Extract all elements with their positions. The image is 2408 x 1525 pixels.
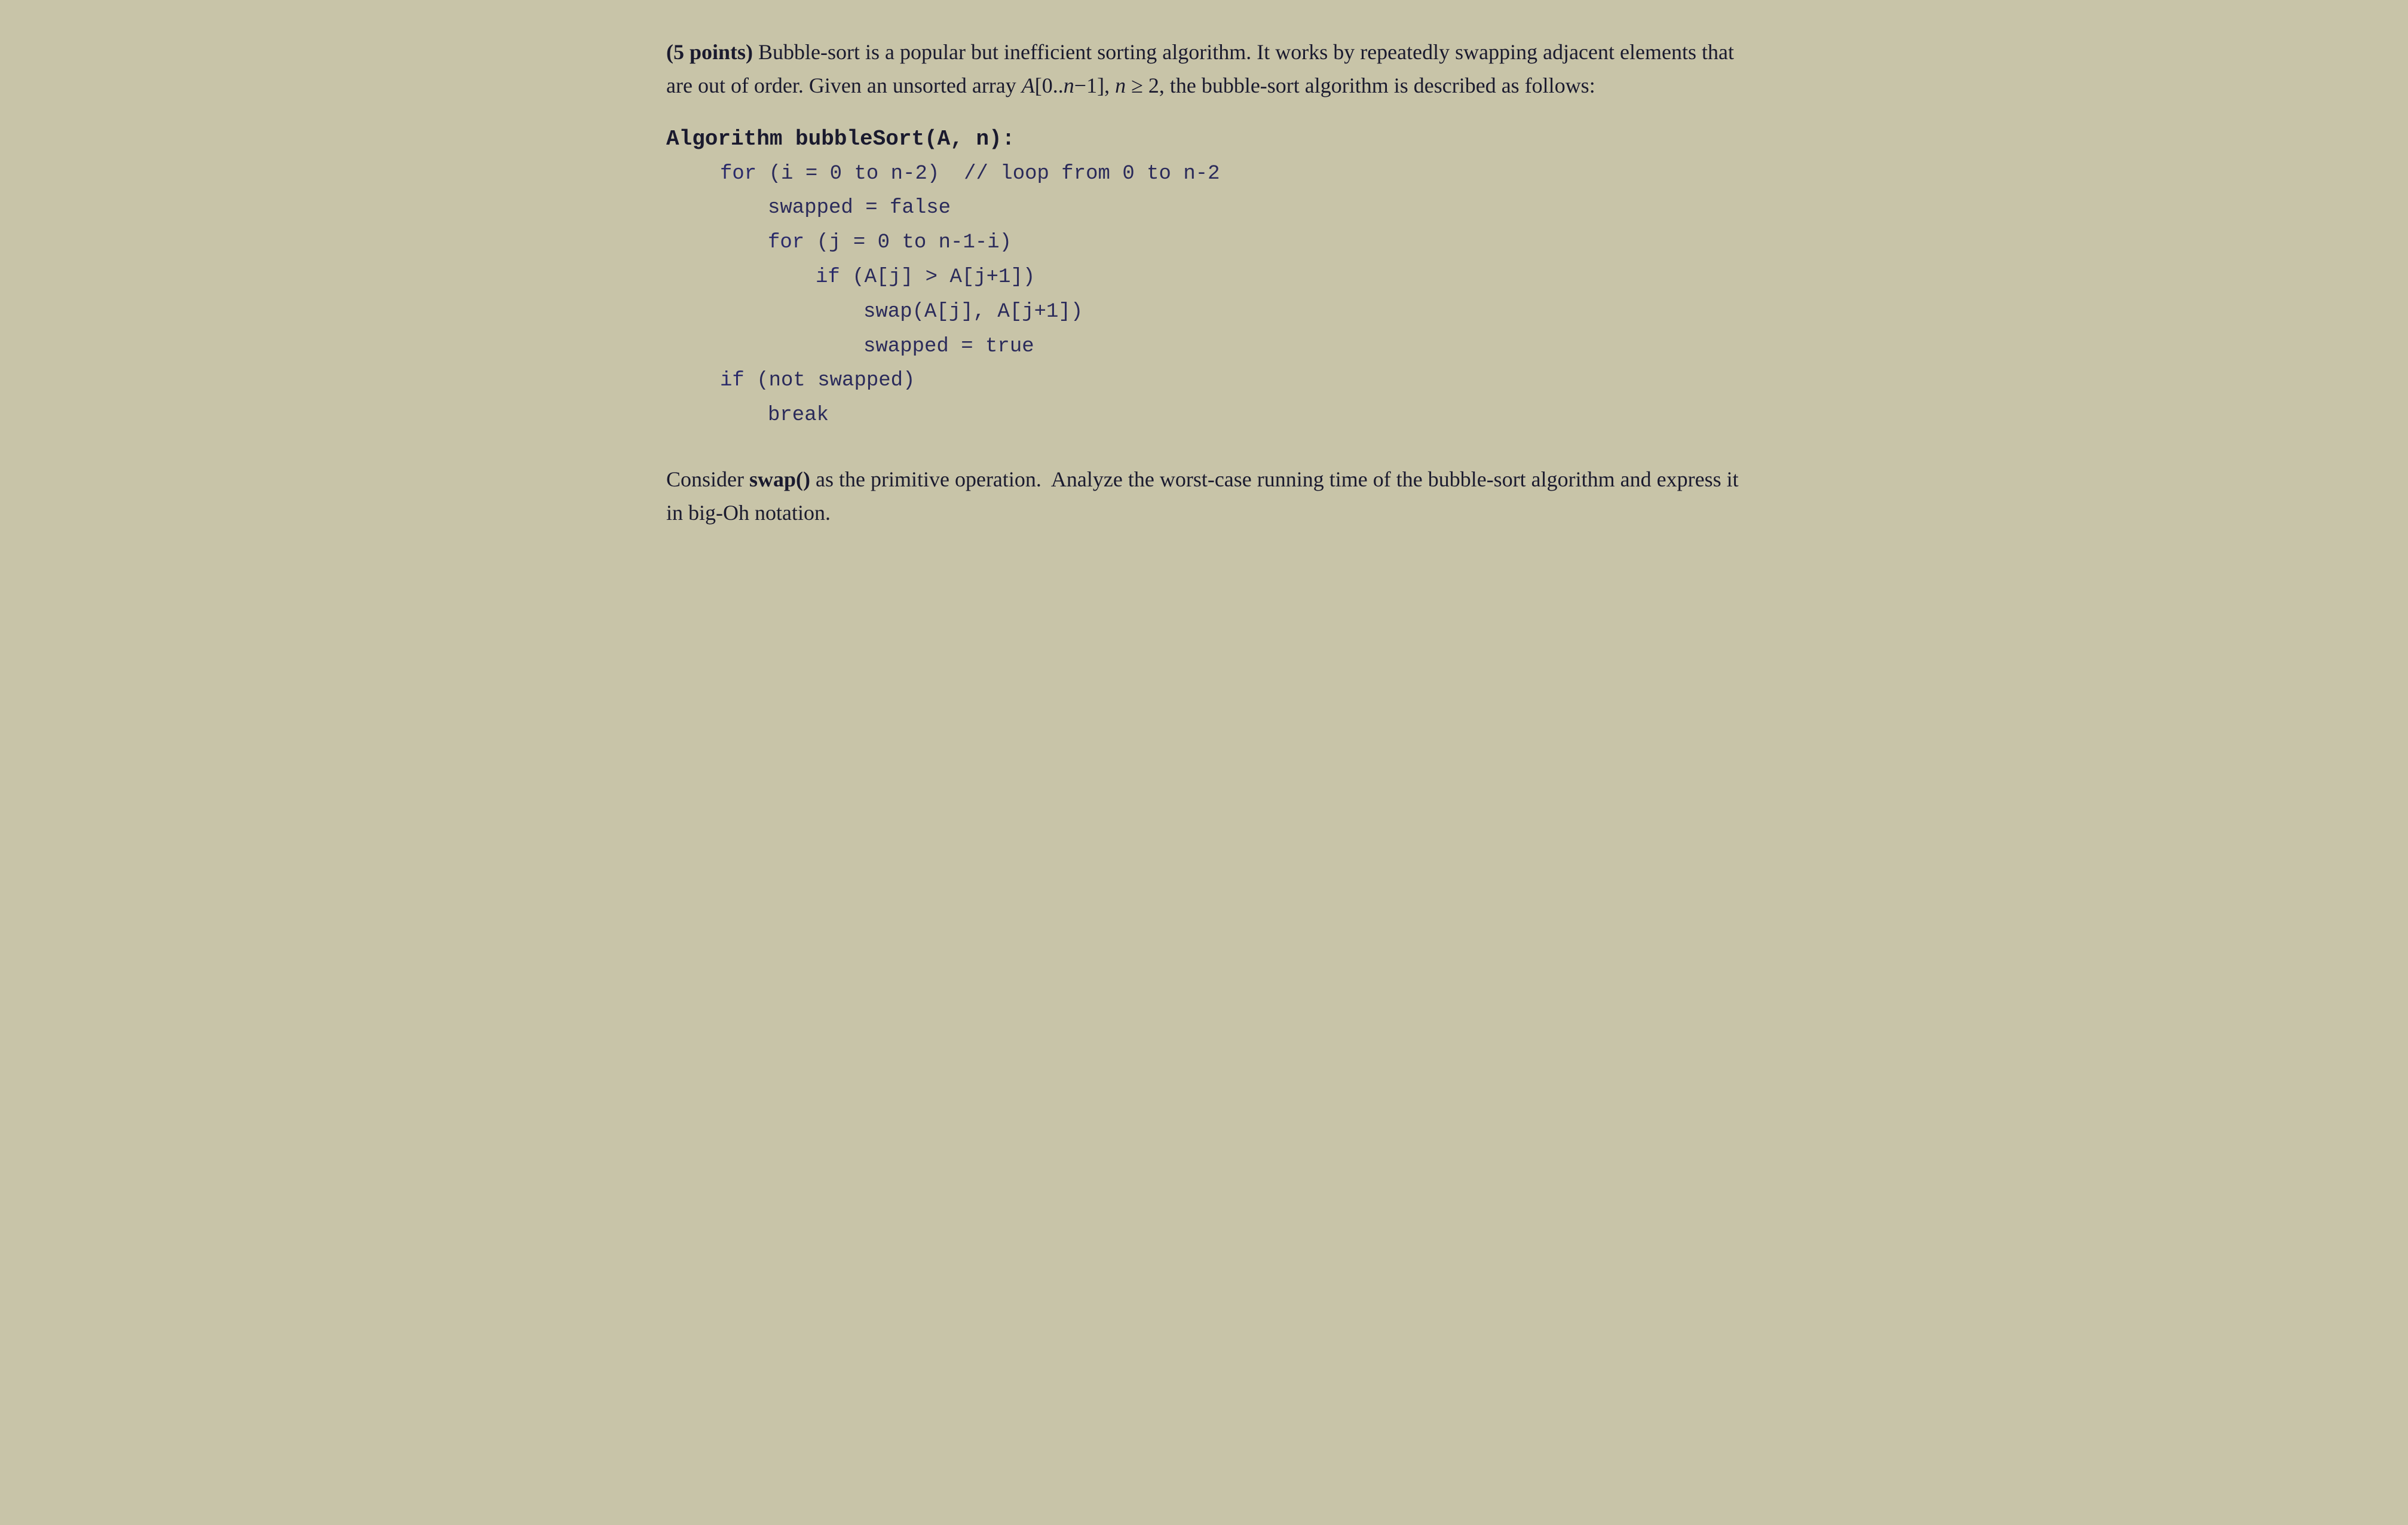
intro-text-body: Bubble-sort is a popular but inefficient… — [666, 40, 1734, 97]
code-line-5: swap(A[j], A[j+1]) — [672, 295, 1742, 330]
code-line-4: if (A[j] > A[j+1]) — [672, 261, 1742, 295]
code-line-7: if (not swapped) — [672, 364, 1742, 399]
algorithm-header: Algorithm bubbleSort(A, n): — [666, 127, 1742, 151]
conclusion-text-body: Consider swap() as the primitive operati… — [666, 467, 1739, 525]
intro-paragraph: (5 points) Bubble-sort is a popular but … — [666, 36, 1742, 103]
code-line-6: swapped = true — [672, 330, 1742, 365]
conclusion-paragraph: Consider swap() as the primitive operati… — [666, 463, 1742, 530]
code-line-1: for (i = 0 to n-2) // loop from 0 to n-2 — [672, 157, 1742, 192]
code-line-3: for (j = 0 to n-1-i) — [672, 226, 1742, 261]
points-label: (5 points) — [666, 40, 753, 64]
code-line-8: break — [672, 399, 1742, 433]
algorithm-code: for (i = 0 to n-2) // loop from 0 to n-2… — [672, 157, 1742, 433]
code-line-2: swapped = false — [672, 191, 1742, 226]
page-content: (5 points) Bubble-sort is a popular but … — [666, 36, 1742, 530]
